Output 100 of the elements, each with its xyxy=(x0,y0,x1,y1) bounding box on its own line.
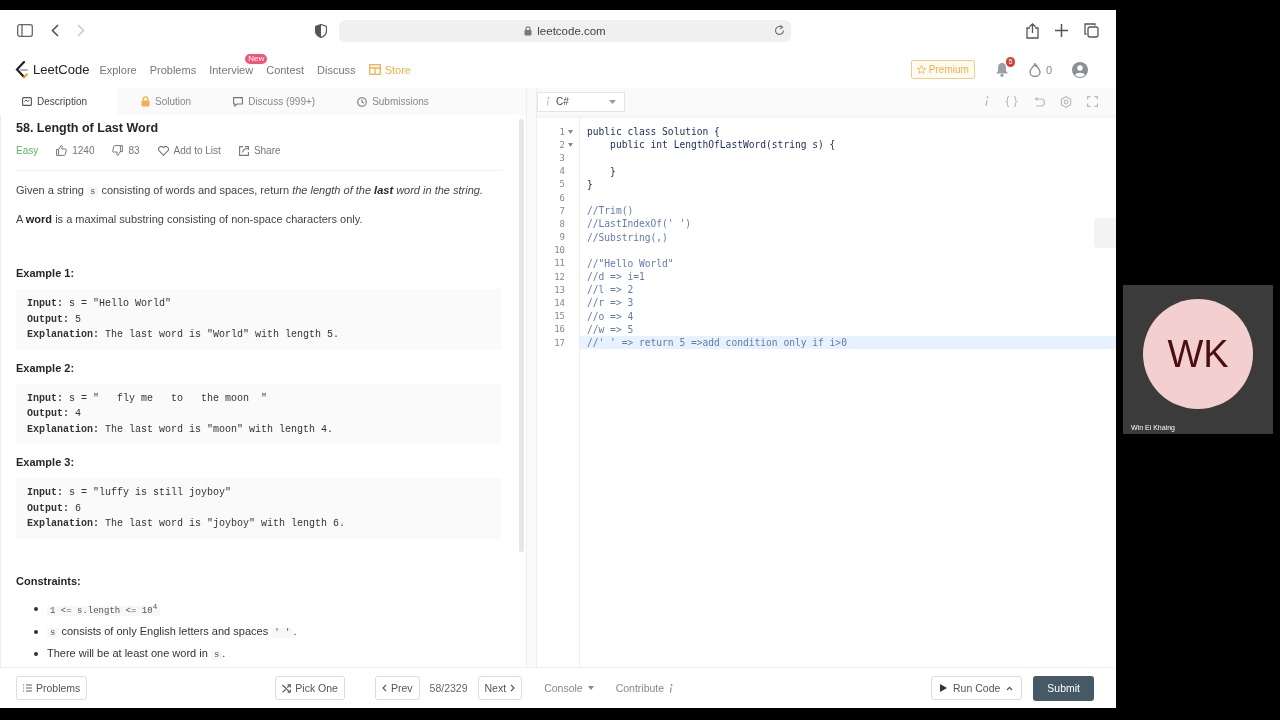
line-number: 14 xyxy=(554,298,565,309)
nav-link[interactable]: Interview xyxy=(209,63,254,76)
submit-button[interactable]: Submit xyxy=(1033,675,1094,701)
difficulty-label: Easy xyxy=(16,145,39,156)
nav-link[interactable]: Problems xyxy=(149,63,197,76)
share-button[interactable]: Share xyxy=(238,145,281,156)
play-icon xyxy=(940,684,948,692)
console-button[interactable]: Console xyxy=(544,682,594,694)
line-number: 11 xyxy=(554,258,565,269)
user-avatar-icon[interactable] xyxy=(1072,61,1088,78)
example-block: Input: s = "Hello World" Output: 5 Explanation: The last word is "World" with length 5. xyxy=(16,289,501,350)
logo-icon[interactable] xyxy=(15,60,30,79)
share-icon xyxy=(238,145,249,156)
code-line: //Trim() xyxy=(587,205,634,217)
line-number: 13 xyxy=(554,284,565,295)
problem-counter: 58/2329 xyxy=(429,682,468,694)
back-icon[interactable] xyxy=(51,24,59,37)
tab[interactable]: Submissions xyxy=(339,88,447,115)
code-line: //l => 2 xyxy=(587,284,634,296)
pick-one-button[interactable]: Pick One xyxy=(275,676,345,700)
fold-arrow-icon[interactable] xyxy=(568,142,573,147)
example-heading: Example 2: xyxy=(16,361,76,374)
tab[interactable]: Description xyxy=(0,88,118,115)
new-badge: New xyxy=(245,53,268,64)
add-to-list-button[interactable]: Add to List xyxy=(157,145,221,156)
line-number: 16 xyxy=(554,324,565,335)
settings-icon[interactable] xyxy=(1060,95,1072,108)
problems-button[interactable]: Problems xyxy=(16,676,88,700)
sidebar-icon[interactable] xyxy=(17,24,33,37)
braces-icon[interactable] xyxy=(1005,96,1018,107)
code-line: public class Solution { xyxy=(587,126,720,137)
dislike-button[interactable]: 83 xyxy=(112,145,140,156)
fullscreen-icon[interactable] xyxy=(1087,96,1098,107)
caret-icon xyxy=(587,686,594,690)
heart-icon xyxy=(157,145,169,156)
tab[interactable]: Solution xyxy=(123,88,210,115)
constraint-item: 1 <= s.length <= 10$^{4}$ xyxy=(47,596,161,621)
tabs-icon[interactable] xyxy=(1084,23,1099,38)
splitter-handle[interactable] xyxy=(526,88,537,667)
code-line: //w => 5 xyxy=(587,323,634,335)
tab[interactable]: Discuss (999+) xyxy=(215,88,334,115)
flame-icon[interactable] xyxy=(1028,62,1041,77)
code-line: //Substring(,) xyxy=(587,231,668,243)
scrollbar[interactable] xyxy=(519,119,524,552)
line-number: 6 xyxy=(559,192,565,203)
chevron-right-icon xyxy=(510,684,516,692)
chevron-up-icon xyxy=(1006,685,1014,691)
language-select[interactable]: C# xyxy=(537,91,625,112)
example-heading: Example 1: xyxy=(16,267,76,279)
next-button[interactable]: Next xyxy=(477,676,523,700)
nav-link[interactable]: Discuss xyxy=(317,63,356,76)
code-line: //d => i=1 xyxy=(587,271,645,283)
like-button[interactable]: 1240 xyxy=(56,145,95,156)
address-bar[interactable]: leetcode.com xyxy=(339,19,791,42)
caret-icon xyxy=(609,99,616,104)
avatar-initials: WK xyxy=(1143,299,1253,409)
constraint-item: There will be at least one word in s . xyxy=(47,645,226,662)
info-icon[interactable] xyxy=(984,96,990,107)
plus-icon[interactable] xyxy=(1055,24,1068,37)
prev-button[interactable]: Prev xyxy=(374,676,420,700)
share-icon[interactable] xyxy=(1026,22,1039,39)
run-code-button[interactable]: Run Code xyxy=(931,676,1023,700)
lock-icon xyxy=(524,25,533,36)
constraints-heading: Constraints: xyxy=(16,574,82,587)
shield-icon[interactable] xyxy=(315,23,327,38)
star-icon xyxy=(916,65,926,74)
line-number: 15 xyxy=(554,311,565,322)
code-line: public int LengthOfLastWord(string s) { xyxy=(609,139,836,151)
line-number: 8 xyxy=(559,218,565,229)
reset-icon[interactable] xyxy=(1033,96,1045,107)
problem-title: 58. Length of Last Word xyxy=(16,121,160,135)
constraint-item: s consists of only English letters and spaces ' ' . xyxy=(47,620,297,643)
info-icon xyxy=(546,97,550,106)
chevron-left-icon xyxy=(381,684,387,692)
clock-icon xyxy=(357,96,368,107)
nav-link[interactable]: Contest xyxy=(266,63,305,76)
code-line: } xyxy=(587,178,593,190)
lock-icon xyxy=(141,96,151,107)
fold-arrow-icon[interactable] xyxy=(568,129,573,134)
example-block: Input: s = " fly me to the moon " Output: 4 Explanation: The last word is "moon" with length 4. xyxy=(16,383,501,444)
bell-icon[interactable] xyxy=(994,62,1009,77)
thumbs-up-icon xyxy=(56,145,68,156)
document-icon xyxy=(22,97,32,106)
reload-icon[interactable] xyxy=(774,24,785,36)
line-number: 12 xyxy=(554,271,565,282)
address-text: leetcode.com xyxy=(537,24,606,37)
shuffle-icon xyxy=(282,683,292,693)
logo-text[interactable]: LeetCode xyxy=(33,62,90,77)
chat-icon xyxy=(233,96,244,107)
nav-link[interactable]: Explore xyxy=(99,63,137,76)
contribute-link[interactable]: Contribute xyxy=(615,682,674,694)
side-handle[interactable] xyxy=(1094,218,1116,248)
bullet-icon xyxy=(34,651,38,656)
list-icon xyxy=(23,684,32,692)
thumbs-down-icon xyxy=(112,145,124,156)
store-icon[interactable] xyxy=(368,64,381,75)
code-line: //' ' => return 5 =>add condition only if i>0 xyxy=(587,337,847,348)
description-paragraph: A word is a maximal substring consisting of non-space characters only. xyxy=(16,212,364,226)
line-number: 4 xyxy=(559,166,565,177)
line-number: 1 xyxy=(559,126,565,137)
